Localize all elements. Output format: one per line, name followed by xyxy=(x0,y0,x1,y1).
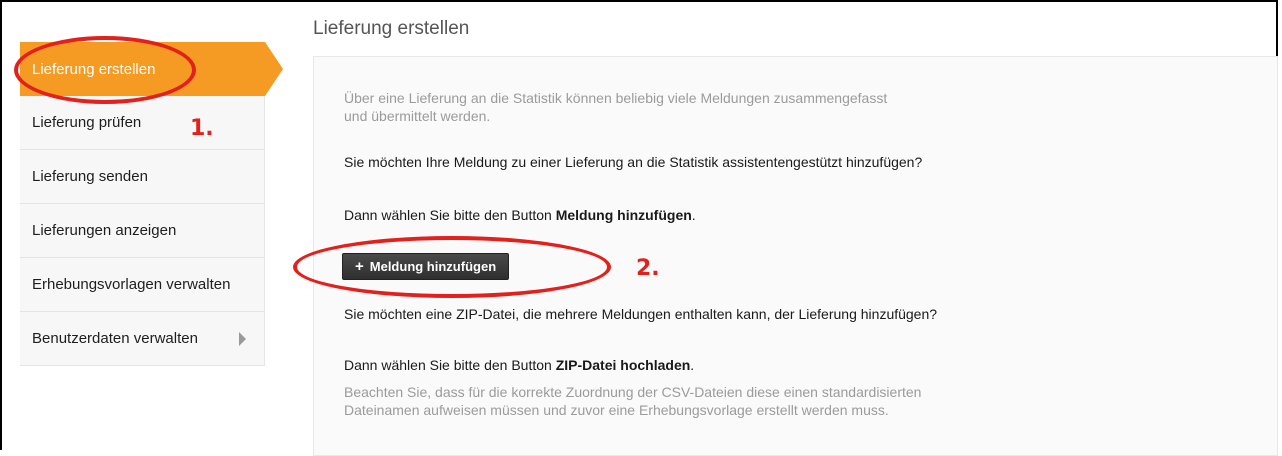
plus-icon: + xyxy=(355,258,364,275)
sidebar-item-erhebungsvorlagen-verwalten[interactable]: Erhebungsvorlagen verwalten xyxy=(20,258,265,312)
sidebar-item-lieferung-senden[interactable]: Lieferung senden xyxy=(20,150,265,204)
add-report-button-label: Meldung hinzufügen xyxy=(369,259,497,274)
sidebar-item-label: Lieferung prüfen xyxy=(32,114,142,131)
sidebar-item-label: Lieferung erstellen xyxy=(32,60,156,78)
intro-text: Über eine Lieferung an die Statistik kön… xyxy=(344,90,888,124)
sidebar-nav: Lieferung erstellen Lieferung prüfen Lie… xyxy=(20,42,283,366)
question-add-report: Sie möchten Ihre Meldung zu einer Liefer… xyxy=(344,154,923,170)
sidebar-item-benutzerdaten-verwalten[interactable]: Benutzerdaten verwalten xyxy=(20,312,265,366)
page-title: Lieferung erstellen xyxy=(313,18,470,39)
sidebar-item-lieferung-pruefen[interactable]: Lieferung prüfen xyxy=(20,96,265,150)
content-panel: Über eine Lieferung an die Statistik kön… xyxy=(313,56,1278,456)
add-report-button[interactable]: + Meldung hinzufügen xyxy=(342,253,510,280)
chevron-right-icon xyxy=(239,331,246,346)
annotation-label-step1: 1. xyxy=(190,116,214,141)
sidebar-item-label: Lieferung senden xyxy=(32,168,148,185)
question-upload-zip: Sie möchten eine ZIP-Datei, die mehrere … xyxy=(344,306,938,322)
sidebar-item-label: Lieferungen anzeigen xyxy=(32,222,177,239)
sidebar-item-label: Erhebungsvorlagen verwalten xyxy=(32,276,231,293)
hint-upload-zip: Dann wählen Sie bitte den Button ZIP-Dat… xyxy=(344,357,695,373)
annotation-label-step2: 2. xyxy=(636,256,660,281)
sidebar-item-label: Benutzerdaten verwalten xyxy=(32,330,198,347)
sidebar-item-lieferungen-anzeigen[interactable]: Lieferungen anzeigen xyxy=(20,204,265,258)
sidebar-item-lieferung-erstellen[interactable]: Lieferung erstellen xyxy=(20,42,283,96)
csv-note: Beachten Sie, dass für die korrekte Zuor… xyxy=(344,384,922,418)
hint-add-report: Dann wählen Sie bitte den Button Meldung… xyxy=(344,207,696,223)
